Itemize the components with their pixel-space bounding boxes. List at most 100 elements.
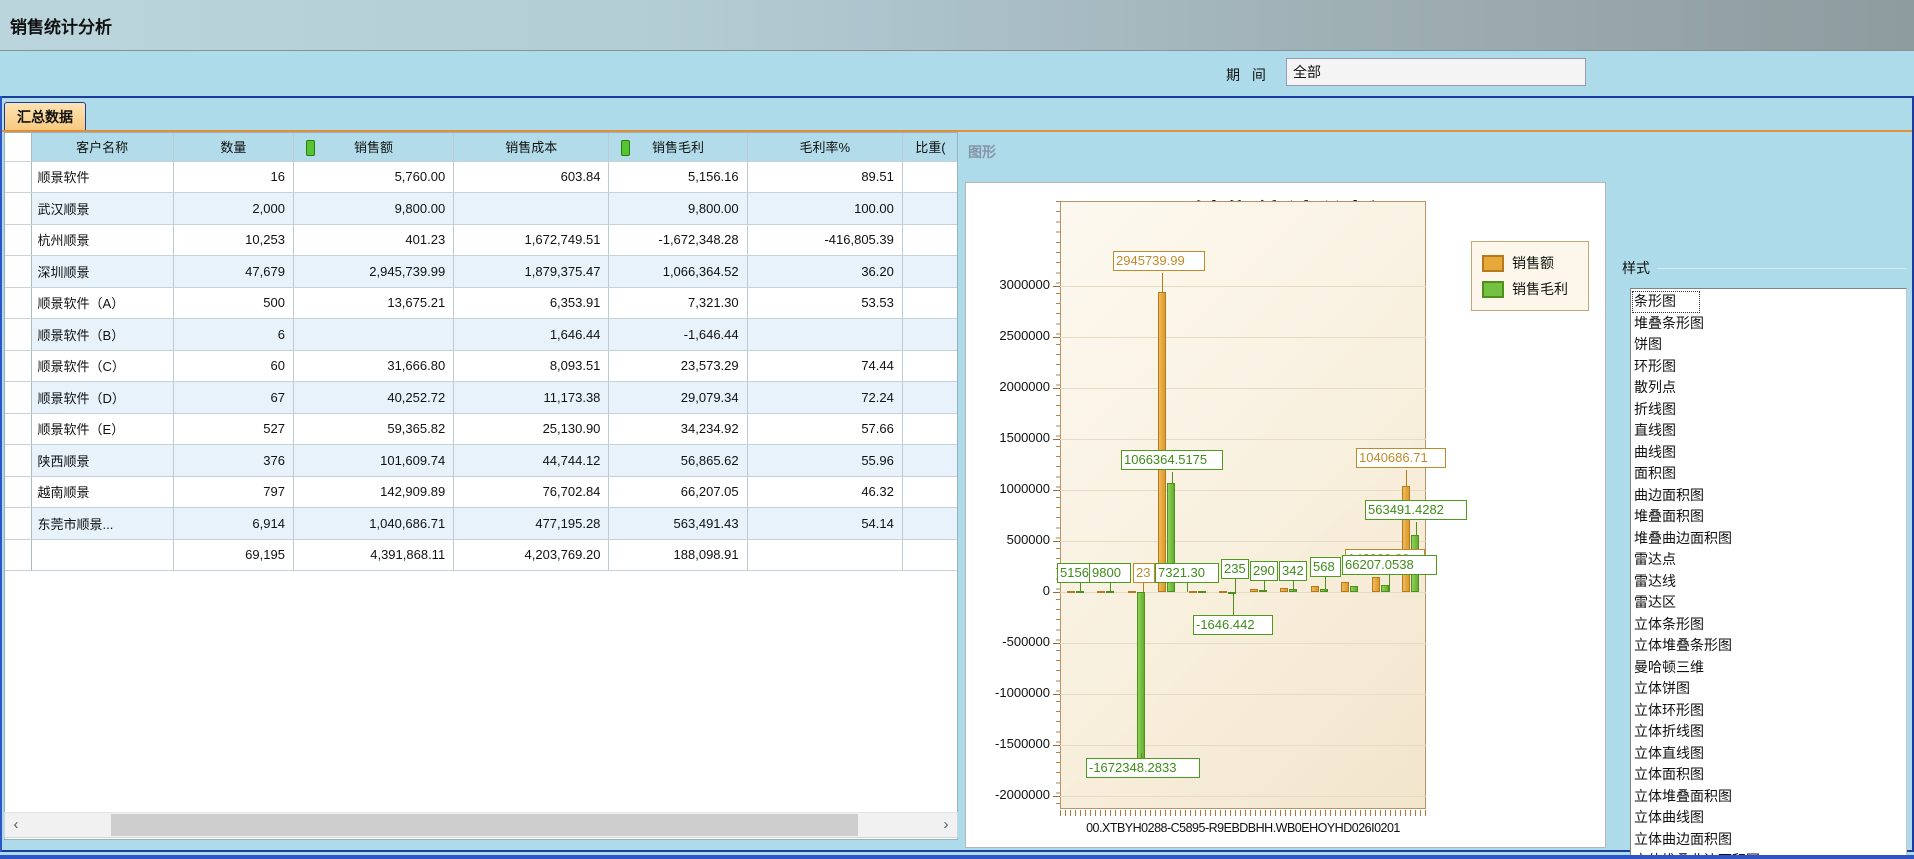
y-axis-tick xyxy=(1053,745,1060,746)
style-group-line xyxy=(1657,268,1907,269)
bar-销售额 xyxy=(1372,577,1380,592)
table-cell: 797 xyxy=(173,476,293,508)
column-header[interactable]: 毛利率% xyxy=(747,133,902,161)
tab-summary-data[interactable]: 汇总数据 xyxy=(4,102,86,131)
style-list-item[interactable]: 直线图 xyxy=(1632,420,1905,442)
table-row[interactable]: 顺景软件（D）6740,252.7211,173.3829,079.3472.2… xyxy=(5,382,958,414)
table-row[interactable]: 顺景软件（A）50013,675.216,353.917,321.3053.53 xyxy=(5,287,958,319)
table-total-row[interactable]: 69,1954,391,868.114,203,769.20188,098.91 xyxy=(5,539,958,571)
data-label: 66207.0538 xyxy=(1342,555,1437,575)
table-row[interactable]: 东莞市顺景...6,9141,040,686.71477,195.28563,4… xyxy=(5,508,958,540)
table-cell: 4,203,769.20 xyxy=(454,539,609,571)
column-header[interactable]: 数量 xyxy=(173,133,293,161)
bar-销售毛利 xyxy=(1259,590,1267,592)
gridline xyxy=(1060,643,1426,644)
table-row[interactable]: 顺景软件165,760.00603.845,156.1689.51 xyxy=(5,161,958,193)
horizontal-scrollbar[interactable]: ‹ › xyxy=(4,812,958,838)
table-cell: 89.51 xyxy=(747,161,902,193)
style-list-item[interactable]: 散列点 xyxy=(1632,377,1905,399)
style-list-item[interactable]: 环形图 xyxy=(1632,356,1905,378)
style-list-item[interactable]: 立体曲边面积图 xyxy=(1632,829,1905,851)
table-row[interactable]: 越南顺景797142,909.8976,702.8466,207.0546.32 xyxy=(5,476,958,508)
style-list-item[interactable]: 立体直线图 xyxy=(1632,743,1905,765)
summary-table: 客户名称数量销售额销售成本销售毛利毛利率%比重( 顺景软件165,760.006… xyxy=(4,132,958,840)
style-list-item[interactable]: 折线图 xyxy=(1632,399,1905,421)
table-row[interactable]: 顺景软件（C）6031,666.808,093.5123,573.2974.44 xyxy=(5,350,958,382)
style-list-item[interactable]: 曲线图 xyxy=(1632,442,1905,464)
data-grid: 客户名称数量销售额销售成本销售毛利毛利率%比重( 顺景软件165,760.006… xyxy=(5,133,958,571)
table-cell: 深圳顺景 xyxy=(31,256,173,288)
style-list-item[interactable]: 曲边面积图 xyxy=(1632,485,1905,507)
data-label: 1040686.71 xyxy=(1356,448,1446,468)
style-list-item[interactable]: 立体堆叠面积图 xyxy=(1632,786,1905,808)
style-list-item[interactable]: 立体曲线图 xyxy=(1632,807,1905,829)
column-header[interactable]: 销售额 xyxy=(293,133,453,161)
table-row[interactable]: 杭州顺景10,253401.231,672,749.51-1,672,348.2… xyxy=(5,224,958,256)
scroll-right-icon[interactable]: › xyxy=(935,813,957,837)
table-cell: 76,702.84 xyxy=(454,476,609,508)
style-list-item[interactable]: 立体条形图 xyxy=(1632,614,1905,636)
style-list-item[interactable]: 雷达点 xyxy=(1632,549,1905,571)
style-list-item[interactable]: 堆叠条形图 xyxy=(1632,313,1905,335)
table-cell: 25,130.90 xyxy=(454,413,609,445)
bar-销售额 xyxy=(1341,582,1349,592)
table-row[interactable]: 顺景软件（E）52759,365.8225,130.9034,234.9257.… xyxy=(5,413,958,445)
data-label: -1672348.2833 xyxy=(1086,758,1200,778)
table-cell: 6,914 xyxy=(173,508,293,540)
table-cell: 55.96 xyxy=(747,445,902,477)
y-axis-label: -1500000 xyxy=(974,736,1050,751)
period-input[interactable] xyxy=(1286,58,1586,86)
table-cell: 6 xyxy=(173,319,293,351)
table-row[interactable]: 深圳顺景47,6792,945,739.991,879,375.471,066,… xyxy=(5,256,958,288)
table-cell: 13,675.21 xyxy=(293,287,453,319)
style-list-item[interactable]: 立体面积图 xyxy=(1632,764,1905,786)
style-list-item[interactable]: 立体堆叠条形图 xyxy=(1632,635,1905,657)
style-list-item[interactable]: 条形图 xyxy=(1632,291,1700,313)
table-cell: 顺景软件 xyxy=(31,161,173,193)
table-cell: 67 xyxy=(173,382,293,414)
style-list-item[interactable]: 立体环形图 xyxy=(1632,700,1905,722)
table-cell: 56,865.62 xyxy=(609,445,747,477)
scrollbar-thumb[interactable] xyxy=(111,814,858,836)
table-row[interactable]: 武汉顺景2,0009,800.009,800.00100.00 xyxy=(5,193,958,225)
table-cell: 31,666.80 xyxy=(293,350,453,382)
table-cell: 越南顺景 xyxy=(31,476,173,508)
table-cell: 74.44 xyxy=(747,350,902,382)
scroll-left-icon[interactable]: ‹ xyxy=(5,813,27,837)
style-list-item[interactable]: 雷达线 xyxy=(1632,571,1905,593)
style-list-item[interactable]: 堆叠曲边面积图 xyxy=(1632,528,1905,550)
table-cell: 46.32 xyxy=(747,476,902,508)
y-axis-label: 1000000 xyxy=(974,481,1050,496)
style-list-item[interactable]: 雷达区 xyxy=(1632,592,1905,614)
style-list-item[interactable]: 立体饼图 xyxy=(1632,678,1905,700)
data-label: 235 xyxy=(1221,559,1249,579)
style-list-item[interactable]: 堆叠面积图 xyxy=(1632,506,1905,528)
y-axis-tick xyxy=(1053,694,1060,695)
table-cell: 4,391,868.11 xyxy=(293,539,453,571)
gridline xyxy=(1060,592,1426,593)
chart-canvas: 销售统计分析 300000025000002000000150000010000… xyxy=(965,182,1606,848)
style-list-item[interactable]: 面积图 xyxy=(1632,463,1905,485)
table-cell: 60 xyxy=(173,350,293,382)
application-window: 销售统计分析 期 间 汇总数据 客户名称数量销售额销售成本销售毛利毛利率%比重(… xyxy=(0,0,1914,859)
column-header[interactable]: 销售毛利 xyxy=(609,133,747,161)
table-row[interactable]: 顺景软件（B）61,646.44-1,646.44 xyxy=(5,319,958,351)
table-row[interactable]: 陕西顺景376101,609.7444,744.1256,865.6255.96 xyxy=(5,445,958,477)
column-header[interactable]: 客户名称 xyxy=(31,133,173,161)
table-cell: 1,672,749.51 xyxy=(454,224,609,256)
style-list-item[interactable]: 饼图 xyxy=(1632,334,1905,356)
column-bar-icon xyxy=(306,140,315,156)
table-cell xyxy=(902,382,958,414)
style-list-item[interactable]: 立体折线图 xyxy=(1632,721,1905,743)
table-cell: 顺景软件（D） xyxy=(31,382,173,414)
style-list-item[interactable]: 曼哈顿三维 xyxy=(1632,657,1905,679)
bar-销售额 xyxy=(1280,588,1288,592)
table-cell: 顺景软件（E） xyxy=(31,413,173,445)
title-bar: 销售统计分析 xyxy=(0,0,1914,51)
y-axis-label: 2000000 xyxy=(974,379,1050,394)
column-header[interactable]: 销售成本 xyxy=(454,133,609,161)
column-header[interactable]: 比重( xyxy=(902,133,958,161)
table-cell: 53.53 xyxy=(747,287,902,319)
gridline xyxy=(1060,796,1426,797)
bar-销售毛利 xyxy=(1350,586,1358,592)
